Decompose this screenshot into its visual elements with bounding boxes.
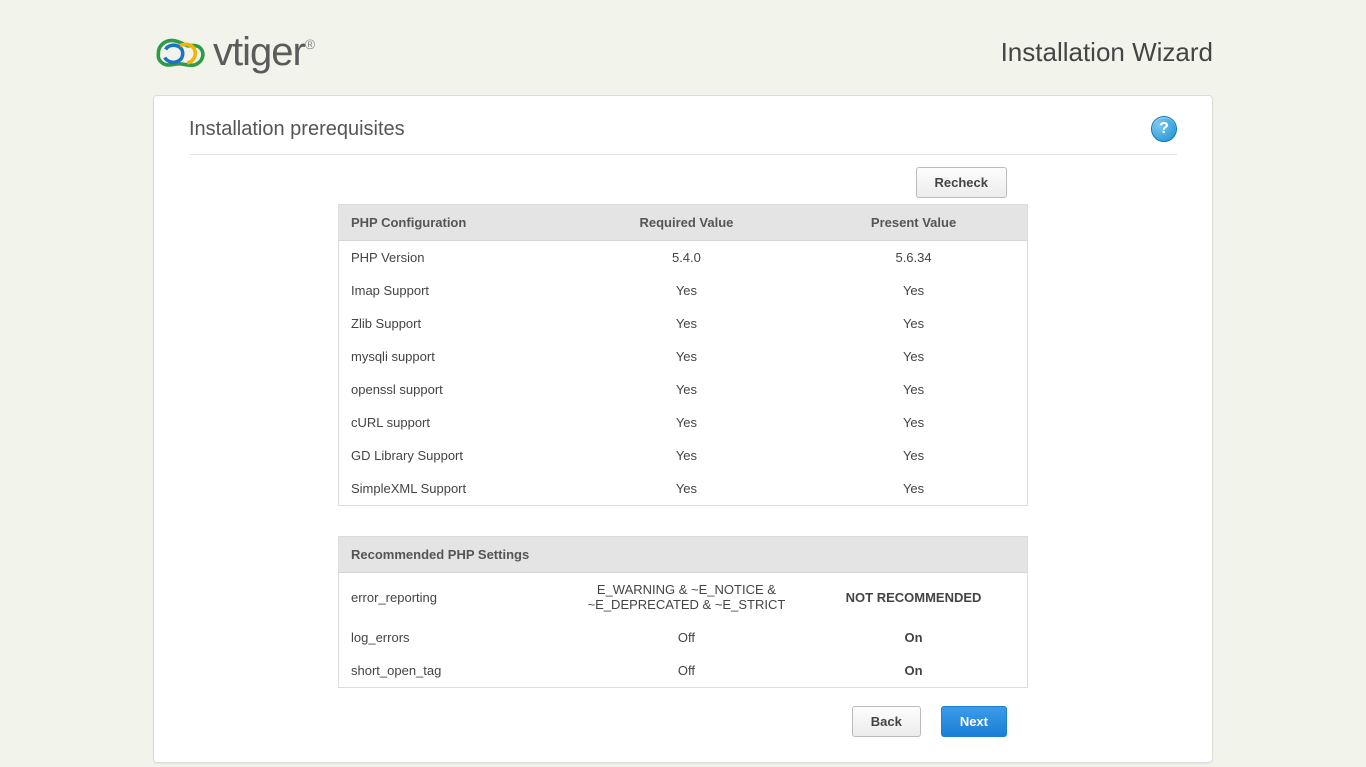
cfg-present: Yes xyxy=(800,439,1027,472)
cfg-required: Yes xyxy=(573,274,800,307)
table-row: short_open_tagOffOn xyxy=(339,654,1028,688)
setting-required: Off xyxy=(573,654,800,688)
cfg-name: Imap Support xyxy=(339,274,573,307)
cfg-name: SimpleXML Support xyxy=(339,472,573,506)
help-icon[interactable]: ? xyxy=(1151,116,1177,142)
cfg-name: GD Library Support xyxy=(339,439,573,472)
cfg-required: 5.4.0 xyxy=(573,241,800,275)
cfg-present: Yes xyxy=(800,340,1027,373)
next-button[interactable]: Next xyxy=(941,706,1007,737)
table-row: SimpleXML SupportYesYes xyxy=(339,472,1028,506)
logo: vtiger® xyxy=(153,30,314,75)
col-php-config: PHP Configuration xyxy=(339,205,573,241)
cfg-required: Yes xyxy=(573,307,800,340)
setting-name: short_open_tag xyxy=(339,654,573,688)
setting-name: log_errors xyxy=(339,621,573,654)
setting-present: NOT RECOMMENDED xyxy=(800,573,1027,622)
setting-required: Off xyxy=(573,621,800,654)
recheck-button[interactable]: Recheck xyxy=(916,167,1007,198)
col-present: Present Value xyxy=(800,205,1027,241)
cfg-name: mysqli support xyxy=(339,340,573,373)
table-row: log_errorsOffOn xyxy=(339,621,1028,654)
table-row: error_reportingE_WARNING & ~E_NOTICE & ~… xyxy=(339,573,1028,622)
recommended-header: Recommended PHP Settings xyxy=(339,537,1028,573)
setting-present: On xyxy=(800,621,1027,654)
table-row: mysqli supportYesYes xyxy=(339,340,1028,373)
cfg-present: 5.6.34 xyxy=(800,241,1027,275)
wizard-title: Installation Wizard xyxy=(1001,37,1213,68)
cfg-name: Zlib Support xyxy=(339,307,573,340)
cfg-present: Yes xyxy=(800,307,1027,340)
prerequisites-card: Installation prerequisites ? Recheck PHP… xyxy=(153,95,1213,763)
cfg-required: Yes xyxy=(573,340,800,373)
recommended-settings-table: Recommended PHP Settings error_reporting… xyxy=(338,536,1028,688)
cfg-name: cURL support xyxy=(339,406,573,439)
php-config-table: PHP Configuration Required Value Present… xyxy=(338,204,1028,506)
table-row: Imap SupportYesYes xyxy=(339,274,1028,307)
table-row: GD Library SupportYesYes xyxy=(339,439,1028,472)
table-row: PHP Version5.4.05.6.34 xyxy=(339,241,1028,275)
card-title: Installation prerequisites xyxy=(189,118,405,141)
setting-name: error_reporting xyxy=(339,573,573,622)
table-row: openssl supportYesYes xyxy=(339,373,1028,406)
cfg-present: Yes xyxy=(800,406,1027,439)
setting-present: On xyxy=(800,654,1027,688)
cfg-present: Yes xyxy=(800,373,1027,406)
setting-required: E_WARNING & ~E_NOTICE & ~E_DEPRECATED & … xyxy=(573,573,800,622)
table-row: cURL supportYesYes xyxy=(339,406,1028,439)
cfg-required: Yes xyxy=(573,439,800,472)
col-required: Required Value xyxy=(573,205,800,241)
cfg-present: Yes xyxy=(800,472,1027,506)
cfg-name: openssl support xyxy=(339,373,573,406)
brand-text: vtiger® xyxy=(213,30,314,75)
cfg-required: Yes xyxy=(573,406,800,439)
cfg-required: Yes xyxy=(573,373,800,406)
vtiger-logo-icon xyxy=(153,31,207,75)
cfg-present: Yes xyxy=(800,274,1027,307)
back-button[interactable]: Back xyxy=(852,706,921,737)
cfg-required: Yes xyxy=(573,472,800,506)
table-row: Zlib SupportYesYes xyxy=(339,307,1028,340)
cfg-name: PHP Version xyxy=(339,241,573,275)
header: vtiger® Installation Wizard xyxy=(153,20,1213,95)
